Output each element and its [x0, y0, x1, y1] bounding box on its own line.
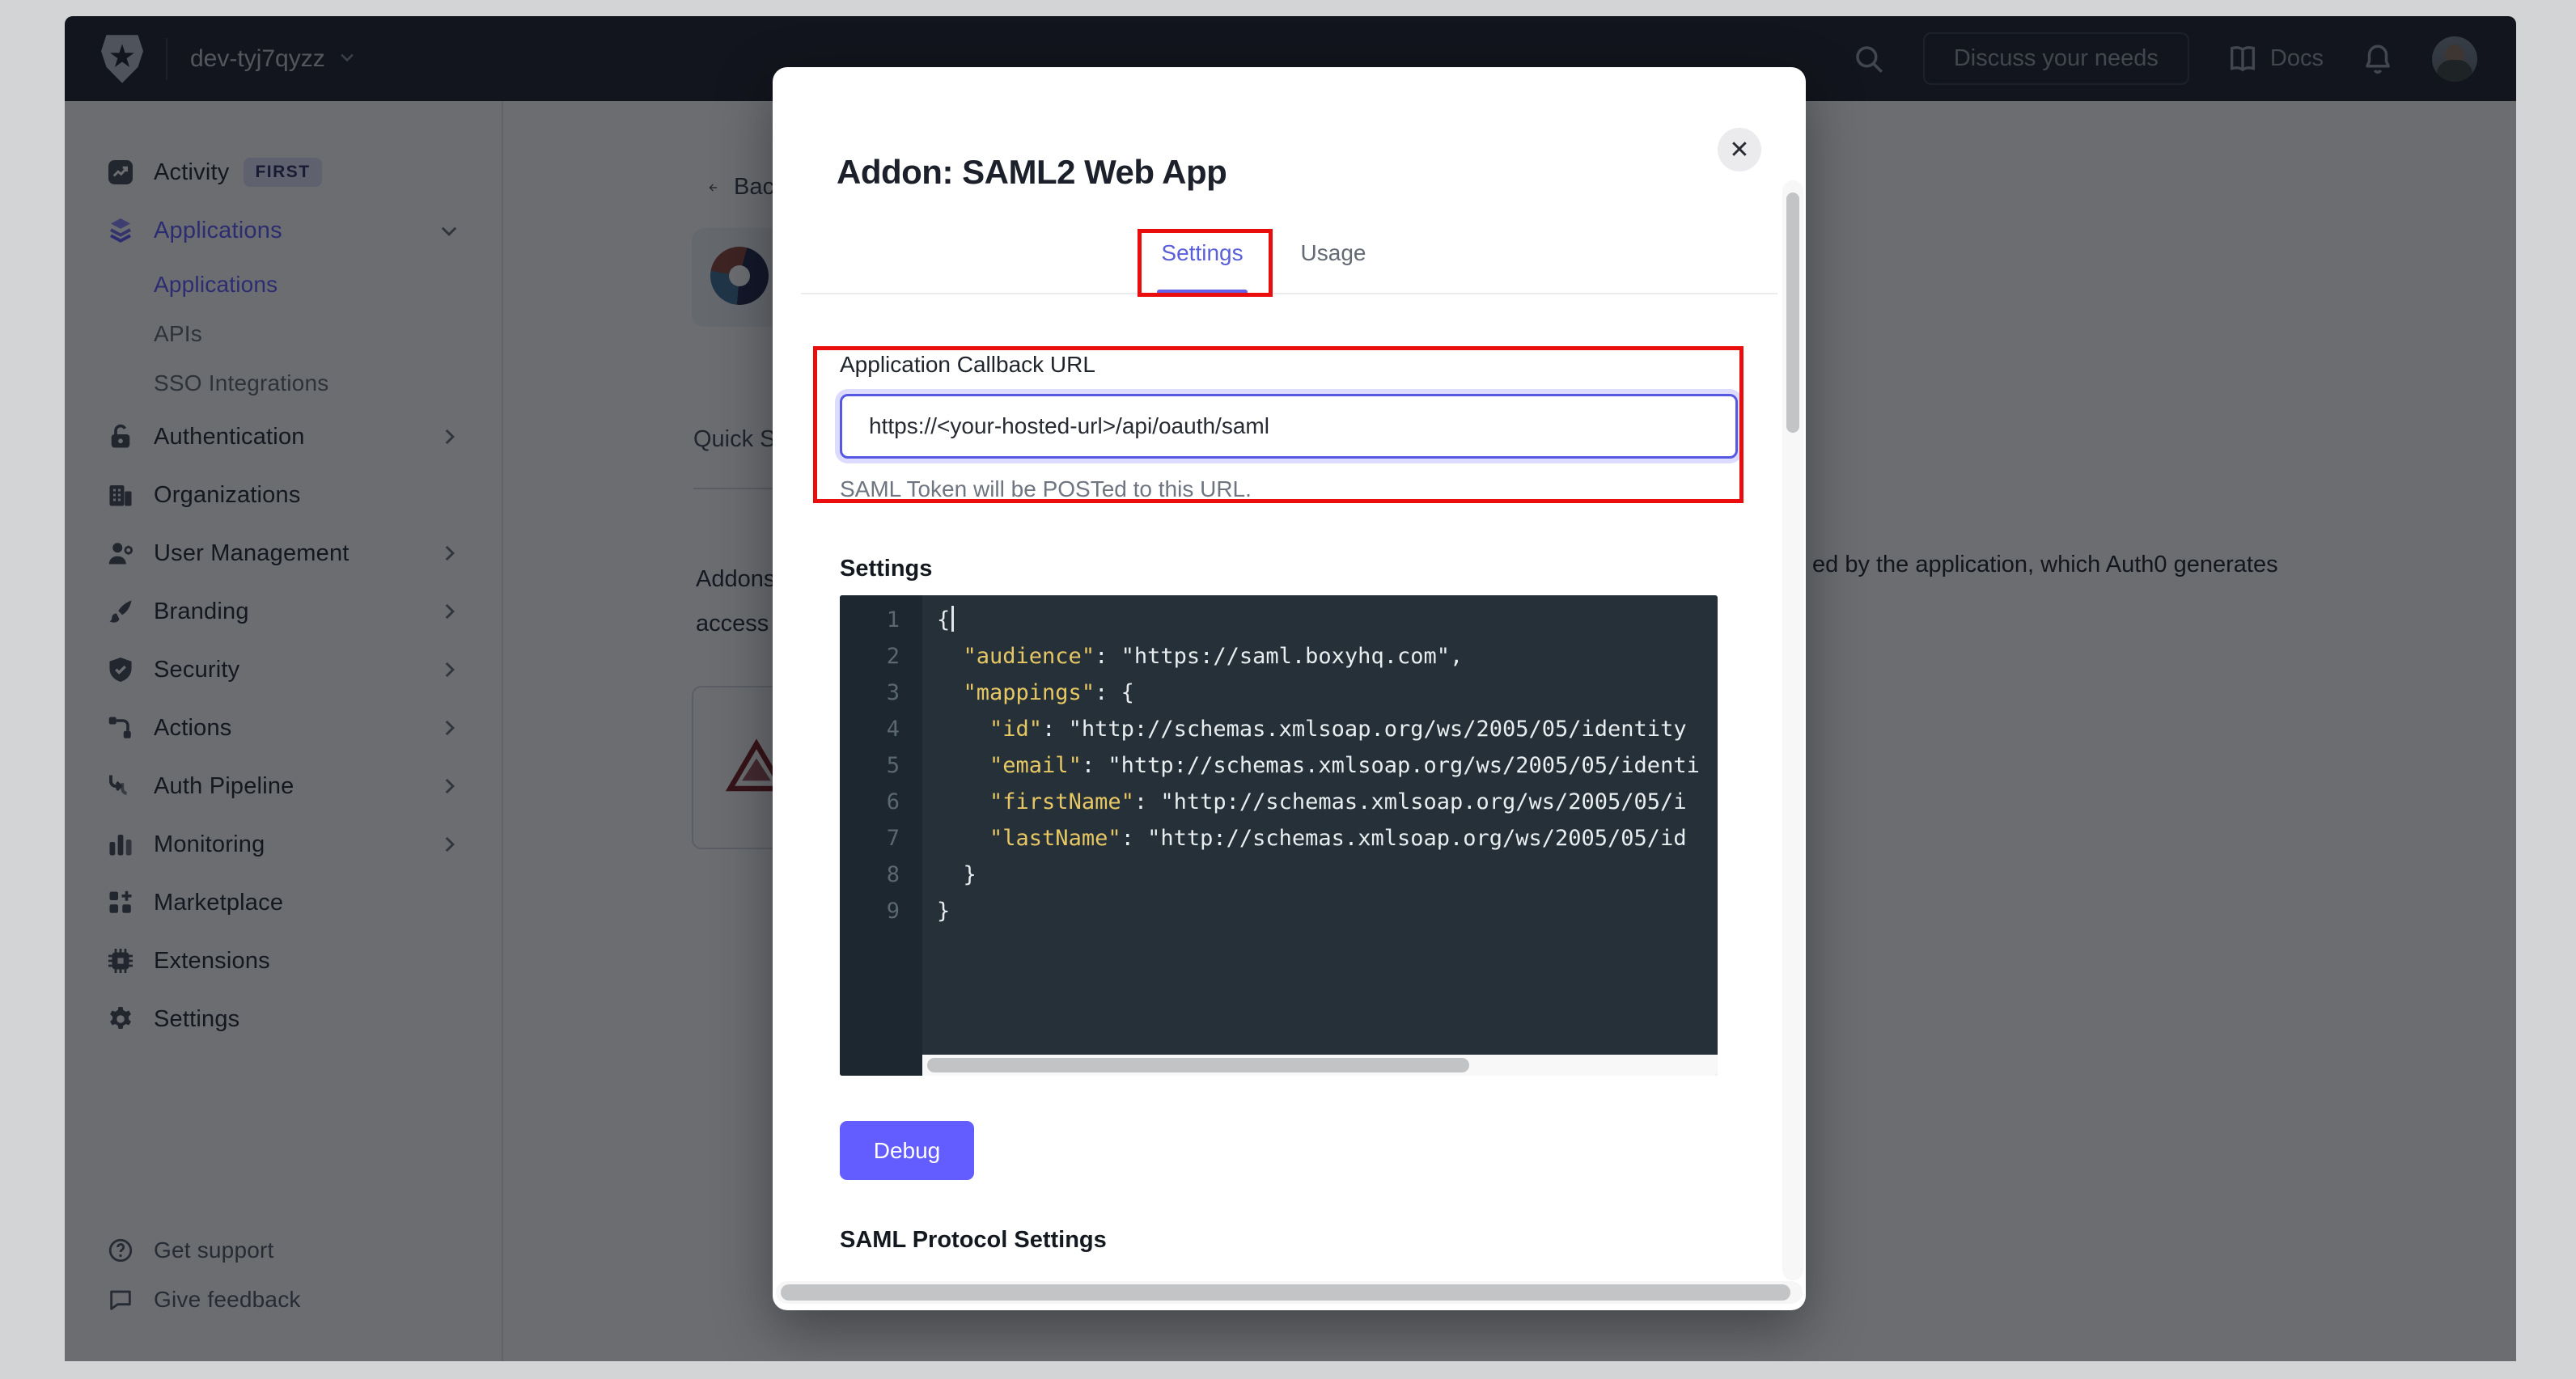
saml-protocol-settings-label: SAML Protocol Settings: [840, 1227, 1107, 1254]
modal-vscrollbar-thumb[interactable]: [1786, 192, 1799, 433]
modal-vertical-scrollbar[interactable]: [1782, 180, 1803, 1280]
settings-code-editor[interactable]: 123456789 { "audience": "https://saml.bo…: [840, 595, 1718, 1076]
editor-horizontal-scrollbar[interactable]: [922, 1055, 1718, 1076]
editor-scrollbar-thumb[interactable]: [927, 1058, 1469, 1072]
editor-code: { "audience": "https://saml.boxyhq.com",…: [922, 595, 1718, 1055]
modal-title: Addon: SAML2 Web App: [837, 153, 1227, 192]
app-window: dev-tyj7qyzz Discuss your needs Docs: [65, 16, 2516, 1361]
callback-url-helper: SAML Token will be POSTed to this URL.: [840, 476, 1252, 502]
modal-tab-bar: Settings Usage: [801, 222, 1777, 294]
callback-url-label: Application Callback URL: [840, 352, 1095, 378]
addon-saml2-modal: Addon: SAML2 Web App ✕ Settings Usage Ap…: [773, 67, 1806, 1310]
text-cursor: [951, 606, 954, 632]
modal-hscrollbar-thumb[interactable]: [781, 1284, 1790, 1301]
active-tab-underline: [1157, 290, 1248, 294]
tab-usage[interactable]: Usage: [1301, 240, 1366, 266]
modal-horizontal-scrollbar[interactable]: [776, 1281, 1803, 1304]
close-icon: ✕: [1729, 136, 1749, 164]
tab-settings[interactable]: Settings: [1161, 240, 1243, 266]
editor-line-numbers: 123456789: [840, 595, 922, 1076]
settings-section-label: Settings: [840, 556, 932, 582]
callback-url-input[interactable]: [840, 394, 1738, 459]
close-button[interactable]: ✕: [1718, 128, 1761, 171]
debug-button[interactable]: Debug: [840, 1121, 974, 1180]
